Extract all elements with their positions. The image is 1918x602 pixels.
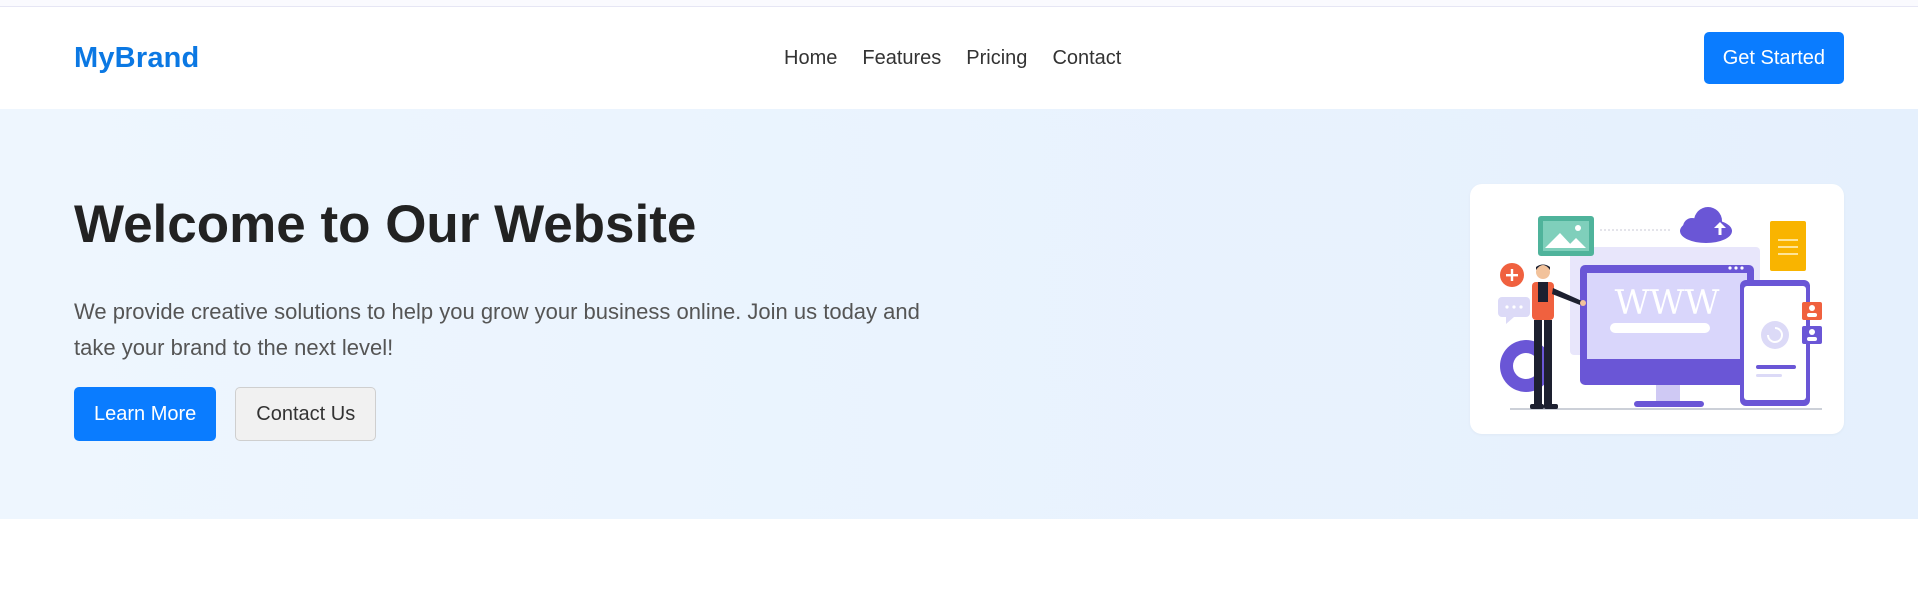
phone-illustration xyxy=(1740,280,1810,406)
monitor-search-bar xyxy=(1610,323,1710,333)
main-nav: Home Features Pricing Contact xyxy=(784,7,1121,109)
site-header: MyBrand Home Features Pricing Contact Ge… xyxy=(0,7,1918,109)
monitor-www-text: WWW xyxy=(1615,283,1720,323)
image-icon xyxy=(1538,216,1594,256)
get-started-button[interactable]: Get Started xyxy=(1703,32,1844,84)
hero-content: Welcome to Our Website We provide creati… xyxy=(74,195,954,442)
hero-buttons: Learn More Contact Us xyxy=(74,387,954,442)
nav-pricing[interactable]: Pricing xyxy=(966,47,1027,70)
hero-section: Welcome to Our Website We provide creati… xyxy=(0,109,1918,519)
learn-more-button[interactable]: Learn More xyxy=(74,387,217,442)
monitor-stand xyxy=(1656,385,1680,401)
website-illustration: WWW xyxy=(1498,207,1822,410)
monitor-base xyxy=(1634,401,1704,407)
hero-title: Welcome to Our Website xyxy=(74,195,697,254)
chat-icon xyxy=(1498,297,1530,324)
cloud-upload-icon xyxy=(1680,207,1732,243)
plus-icon xyxy=(1500,263,1524,287)
top-divider xyxy=(0,0,1918,7)
nav-contact[interactable]: Contact xyxy=(1052,47,1121,70)
brand-logo[interactable]: MyBrand xyxy=(74,42,199,75)
nav-home[interactable]: Home xyxy=(784,47,837,70)
refresh-icon xyxy=(1761,321,1789,349)
hero-illustration: WWW xyxy=(1470,184,1844,434)
hero-description: We provide creative solutions to help yo… xyxy=(74,299,920,361)
contact-us-button[interactable]: Contact Us xyxy=(235,387,377,442)
nav-features[interactable]: Features xyxy=(862,47,941,70)
document-icon xyxy=(1770,221,1806,271)
